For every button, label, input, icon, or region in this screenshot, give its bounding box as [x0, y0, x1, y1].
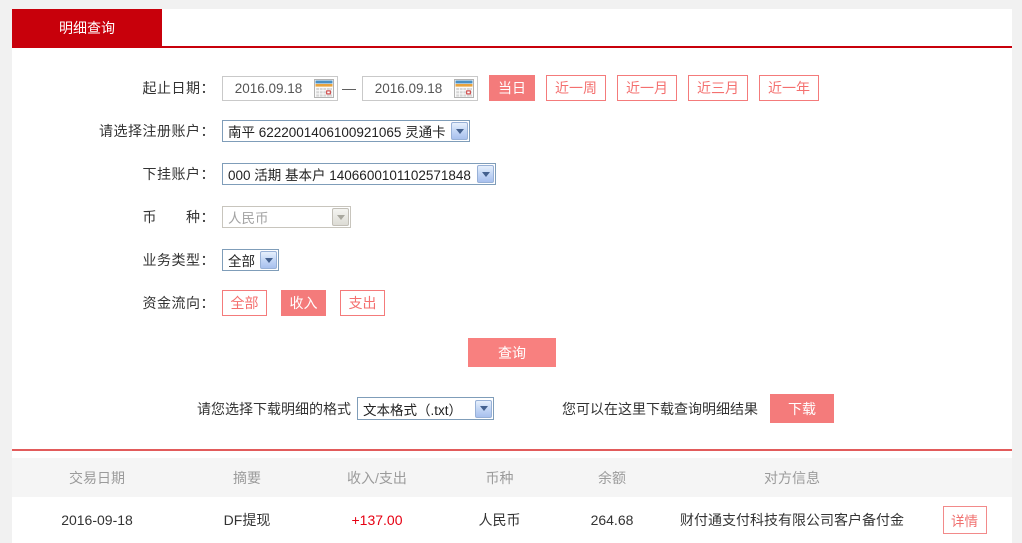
- fund-flow-income-button[interactable]: 收入: [281, 290, 326, 316]
- quick-range-today-button[interactable]: 当日: [489, 75, 535, 101]
- calendar-icon[interactable]: [314, 78, 334, 98]
- quick-range-3months-button[interactable]: 近三月: [688, 75, 748, 101]
- header-amount: 收入/支出: [347, 469, 407, 486]
- business-type-value: 全部: [228, 254, 255, 269]
- end-date-value: 2016.09.18: [374, 80, 443, 96]
- quick-range-year-button[interactable]: 近一年: [759, 75, 819, 101]
- chevron-down-icon: [477, 165, 494, 183]
- register-account-select[interactable]: 南平 6222001406100921065 灵通卡: [222, 120, 470, 142]
- end-date-input[interactable]: 2016.09.18: [362, 75, 478, 101]
- header-currency: 币种: [485, 469, 514, 486]
- quick-range-week-button[interactable]: 近一周: [546, 75, 606, 101]
- fund-flow-row: 资金流向： 全部 收入 支出: [12, 290, 1012, 316]
- calendar-icon[interactable]: [454, 78, 474, 98]
- quick-range-month-button[interactable]: 近一月: [617, 75, 677, 101]
- query-button[interactable]: 查询: [468, 338, 556, 367]
- currency-value: 人民币: [228, 211, 269, 226]
- fund-flow-label: 资金流向：: [142, 295, 215, 311]
- business-type-select[interactable]: 全部: [222, 249, 279, 271]
- main-panel: 明细查询 起止日期： 2016.09.18 — 2016.09.18 当日 近一…: [12, 9, 1012, 543]
- download-hint: 您可以在这里下载查询明细结果: [562, 400, 758, 417]
- currency-row: 币 种： 人民币: [12, 204, 1012, 230]
- cell-amount: +137.00: [351, 512, 403, 528]
- header-summary: 摘要: [233, 469, 261, 486]
- chevron-down-icon: [260, 251, 277, 269]
- cell-balance: 264.68: [590, 512, 634, 528]
- header-date: 交易日期: [69, 469, 125, 486]
- tab-bar: 明细查询: [12, 9, 1012, 46]
- currency-select: 人民币: [222, 206, 351, 228]
- chevron-down-icon: [475, 399, 492, 418]
- download-format-select[interactable]: 文本格式（.txt）: [357, 397, 494, 420]
- chevron-down-icon: [332, 208, 349, 226]
- chevron-down-icon: [451, 122, 468, 140]
- fund-flow-all-button[interactable]: 全部: [222, 290, 267, 316]
- start-date-value: 2016.09.18: [234, 80, 303, 96]
- register-account-label: 请选择注册账户：: [99, 123, 215, 139]
- cell-summary: DF提现: [223, 512, 271, 528]
- query-button-row: 查询: [12, 338, 1012, 367]
- business-type-row: 业务类型： 全部: [12, 247, 1012, 273]
- sub-account-select[interactable]: 000 活期 基本户 1406600101102571848: [222, 163, 496, 185]
- business-type-label: 业务类型：: [142, 252, 215, 268]
- date-range-label: 起止日期：: [142, 80, 215, 96]
- cell-counterparty: 财付通支付科技有限公司客户备付金: [680, 512, 904, 528]
- detail-button[interactable]: 详情: [942, 506, 987, 534]
- start-date-input[interactable]: 2016.09.18: [222, 75, 338, 101]
- download-format-label: 请您选择下载明细的格式: [197, 400, 351, 417]
- sub-account-label: 下挂账户：: [142, 166, 215, 182]
- query-form: 起止日期： 2016.09.18 — 2016.09.18 当日 近一周 近一月…: [12, 48, 1012, 423]
- download-button[interactable]: 下载: [770, 394, 834, 423]
- currency-label: 币 种：: [142, 209, 215, 225]
- cell-currency: 人民币: [478, 512, 521, 528]
- register-account-row: 请选择注册账户： 南平 6222001406100921065 灵通卡: [12, 118, 1012, 144]
- download-format-value: 文本格式（.txt）: [363, 402, 463, 418]
- tab-detail-query[interactable]: 明细查询: [12, 9, 162, 46]
- sub-account-value: 000 活期 基本户 1406600101102571848: [228, 168, 471, 183]
- fund-flow-expense-button[interactable]: 支出: [340, 290, 385, 316]
- sub-account-row: 下挂账户： 000 活期 基本户 1406600101102571848: [12, 161, 1012, 187]
- table-header-row: 交易日期 摘要 收入/支出 币种 余额 对方信息: [12, 458, 1012, 497]
- date-separator: —: [342, 80, 356, 96]
- table-divider: [12, 449, 1012, 451]
- date-range-row: 起止日期： 2016.09.18 — 2016.09.18 当日 近一周 近一月…: [12, 75, 1012, 101]
- header-counterparty: 对方信息: [764, 469, 820, 486]
- table-row: 2016-09-18 DF提现 +137.00 人民币 264.68 财付通支付…: [12, 497, 1012, 543]
- download-row: 请您选择下载明细的格式 文本格式（.txt） 您可以在这里下载查询明细结果 下载: [12, 394, 1012, 423]
- register-account-value: 南平 6222001406100921065 灵通卡: [228, 125, 446, 140]
- header-balance: 余额: [598, 469, 626, 486]
- cell-transaction-date: 2016-09-18: [61, 512, 133, 528]
